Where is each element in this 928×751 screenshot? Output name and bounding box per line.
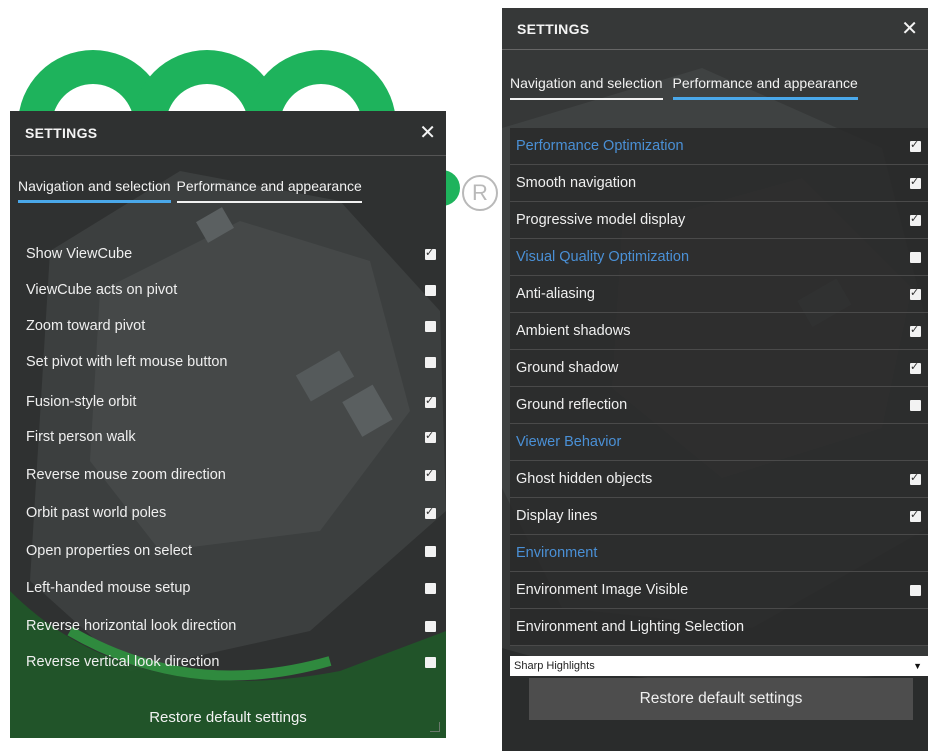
tab-bar: Navigation and selection Performance and… [10,170,446,203]
checkbox[interactable] [910,584,921,596]
option-row[interactable]: ViewCube acts on pivot [26,275,436,305]
panel-header: SETTINGS ✕ [502,8,928,50]
checkbox[interactable] [425,246,436,260]
option-row[interactable]: Left-handed mouse setup [26,573,436,603]
checkbox[interactable] [910,508,921,522]
checkbox[interactable] [910,251,921,263]
settings-panel-performance: SETTINGS ✕ Navigation and selection Perf… [502,8,928,751]
checkbox[interactable] [910,175,921,189]
checkbox[interactable] [425,505,436,519]
option-label: Ground reflection [516,397,628,413]
restore-defaults-button[interactable]: Restore default settings [10,709,446,726]
option-row[interactable]: Orbit past world poles [26,498,436,528]
panel-header: SETTINGS ✕ [10,111,446,156]
option-row[interactable]: Ground shadow [510,350,928,387]
section-label: Environment [516,545,598,561]
option-row[interactable]: Reverse mouse zoom direction [26,460,436,490]
checkbox[interactable] [425,356,436,368]
resize-handle[interactable] [430,722,440,732]
option-label: Environment Image Visible [516,582,689,598]
checkbox[interactable] [425,467,436,481]
checkbox[interactable] [910,399,921,411]
checkbox[interactable] [425,620,436,632]
option-row[interactable]: Progressive model display [510,202,928,239]
option-row[interactable]: Zoom toward pivot [26,311,436,341]
option-label: Environment and Lighting Selection [516,619,745,635]
option-label: Progressive model display [516,212,686,228]
section-header: Environment [510,535,928,572]
option-row[interactable]: Show ViewCube [26,239,436,269]
panel-title: SETTINGS [25,125,98,141]
close-icon[interactable]: ✕ [901,19,918,39]
option-label: Anti-aliasing [516,286,595,302]
option-label: Smooth navigation [516,175,637,191]
checkbox[interactable] [910,212,921,226]
option-row[interactable]: Ghost hidden objects [510,461,928,498]
option-row[interactable]: Anti-aliasing [510,276,928,313]
option-row[interactable]: Display lines [510,498,928,535]
checkbox[interactable] [910,471,921,485]
registered-mark-icon: R [462,175,498,211]
restore-defaults-button[interactable]: Restore default settings [529,678,913,720]
option-label: ViewCube acts on pivot [26,282,178,298]
option-label: Zoom toward pivot [26,318,146,334]
section-header[interactable]: Performance Optimization [510,128,928,165]
checkbox[interactable] [910,286,921,300]
option-label: Display lines [516,508,598,524]
option-row[interactable]: Fusion-style orbit [26,387,436,417]
option-row[interactable]: Set pivot with left mouse button [26,347,436,377]
tab-performance-and-appearance[interactable]: Performance and appearance [176,170,362,203]
option-label: Ambient shadows [516,323,631,339]
option-label: Show ViewCube [26,246,133,262]
option-row[interactable]: Ground reflection [510,387,928,424]
option-label: Set pivot with left mouse button [26,354,228,370]
checkbox[interactable] [425,394,436,408]
section-label: Visual Quality Optimization [516,249,690,265]
section-header[interactable]: Visual Quality Optimization [510,239,928,276]
checkbox[interactable] [425,320,436,332]
panel-title: SETTINGS [517,20,590,37]
checkbox[interactable] [425,429,436,443]
environment-select[interactable]: Sharp Highlights ▼ [510,656,928,676]
section-label: Viewer Behavior [516,434,622,450]
checkbox[interactable] [425,545,436,557]
option-row[interactable]: Reverse horizontal look direction [26,611,436,641]
option-label: Orbit past world poles [26,505,167,521]
option-label: First person walk [26,429,136,445]
select-value: Sharp Highlights [514,660,595,672]
section-header: Viewer Behavior [510,424,928,461]
tab-navigation-and-selection[interactable]: Navigation and selection [18,170,171,203]
tab-performance-and-appearance[interactable]: Performance and appearance [672,67,858,100]
checkbox[interactable] [910,360,921,374]
checkbox[interactable] [425,582,436,594]
option-row[interactable]: Ambient shadows [510,313,928,350]
settings-panel-navigation: SETTINGS ✕ Navigation and selection Perf… [10,111,446,738]
option-row[interactable]: First person walk [26,422,436,452]
section-label: Performance Optimization [516,138,684,154]
option-label: Reverse vertical look direction [26,654,220,670]
tab-navigation-and-selection[interactable]: Navigation and selection [510,67,663,100]
option-label: Fusion-style orbit [26,394,137,410]
option-label: Ground shadow [516,360,619,376]
option-row[interactable]: Reverse vertical look direction [26,647,436,677]
checkbox[interactable] [910,323,921,337]
option-label: Open properties on select [26,543,193,559]
option-row[interactable]: Smooth navigation [510,165,928,202]
option-label: Reverse mouse zoom direction [26,467,226,483]
close-icon[interactable]: ✕ [419,123,436,143]
option-row[interactable]: Environment Image Visible [510,572,928,609]
checkbox[interactable] [425,284,436,296]
dropdown-arrow-icon: ▼ [913,661,922,671]
checkbox[interactable] [425,656,436,668]
option-label: Left-handed mouse setup [26,580,191,596]
option-row: Environment and Lighting Selection [510,609,928,646]
checkbox[interactable] [910,138,921,152]
tab-bar: Navigation and selection Performance and… [502,67,928,100]
option-row[interactable]: Open properties on select [26,536,436,566]
option-label: Ghost hidden objects [516,471,653,487]
option-label: Reverse horizontal look direction [26,618,237,634]
